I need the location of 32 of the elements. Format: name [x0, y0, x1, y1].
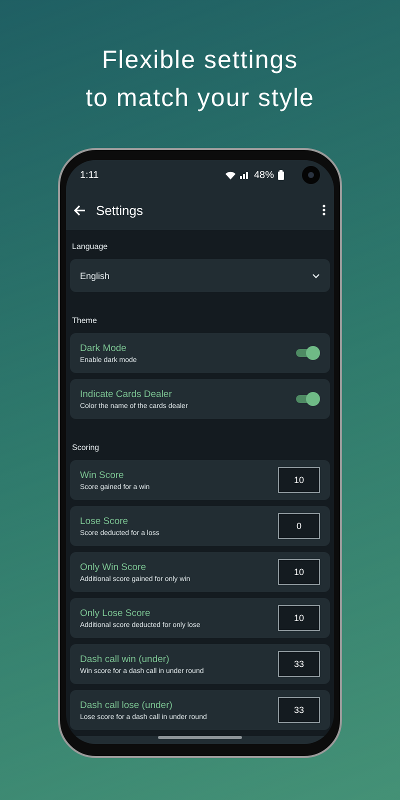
setting-title: Dash call win (under) [80, 654, 170, 664]
number-input[interactable]: 10 [278, 559, 320, 585]
number-input[interactable]: 10 [278, 605, 320, 631]
screen-title: Settings [96, 202, 144, 218]
setting-title: Dark Mode [80, 342, 128, 354]
battery-level: 48% [254, 170, 274, 180]
setting-title: Lose Score [80, 516, 130, 526]
chevron-down-icon [312, 272, 320, 278]
setting-title: Dash call lose (under) [80, 700, 174, 710]
section-label: Theme [71, 315, 98, 327]
number-input[interactable]: 33 [278, 651, 320, 677]
language-dropdown[interactable]: English [70, 259, 330, 292]
number-input[interactable]: 10 [278, 467, 320, 493]
status-time: 1:11 [80, 170, 100, 180]
wifi-icon [224, 170, 236, 180]
section-label: Language [71, 241, 109, 253]
headline: Flexible settings [102, 45, 298, 76]
setting-title: Only Lose Score [80, 608, 152, 618]
number-input[interactable]: 33 [278, 697, 320, 723]
setting-title: Indicate Cards Dealer [80, 388, 173, 400]
setting-title: Only Win Score [80, 562, 147, 572]
number-input[interactable]: 0 [278, 513, 320, 539]
setting-title: Win Score [80, 470, 125, 480]
headline: to match your style [86, 83, 314, 114]
back-arrow-icon[interactable] [74, 204, 86, 216]
more-options-icon[interactable] [322, 204, 326, 216]
toggle-switch[interactable] [296, 392, 320, 406]
battery-icon [278, 170, 284, 180]
section-label: Scoring [71, 442, 100, 454]
camera-icon [302, 166, 320, 184]
toggle-switch[interactable] [296, 346, 320, 360]
signal-icon [240, 171, 250, 179]
